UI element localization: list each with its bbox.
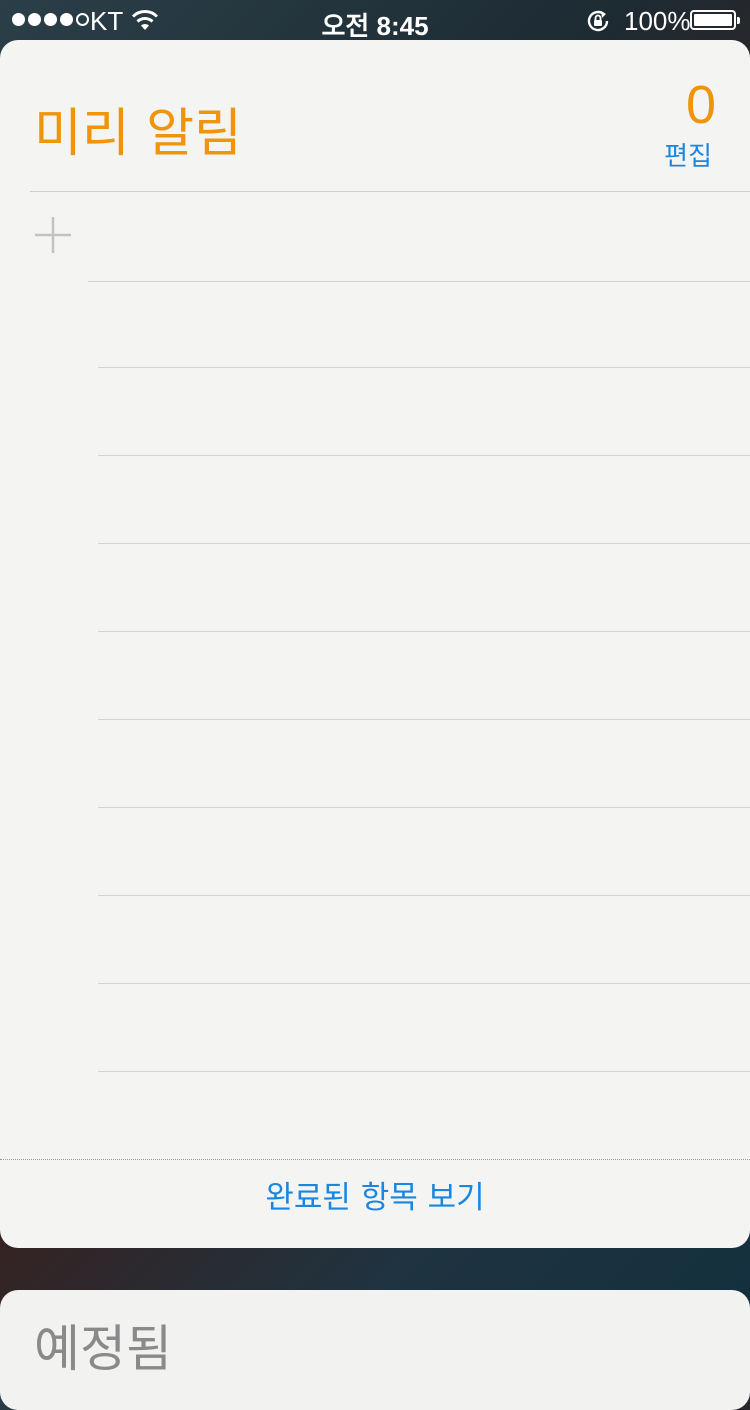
reminders-widget: 미리 알림 0 편집 완료된 항목 보기 — [0, 40, 750, 1248]
list-row-line[interactable] — [88, 281, 750, 282]
list-row-line[interactable] — [98, 807, 750, 808]
battery-icon — [690, 10, 740, 30]
list-row-line[interactable] — [98, 543, 750, 544]
battery-percent: 100% — [624, 6, 691, 36]
show-completed-button[interactable]: 완료된 항목 보기 — [0, 1183, 750, 1214]
list-row-line[interactable] — [98, 455, 750, 456]
list-row-line[interactable] — [98, 631, 750, 632]
header-divider — [30, 191, 750, 192]
next-widget-title: 예정됨 — [34, 1320, 172, 1378]
status-bar: KT 오전 8:45 100% — [0, 0, 750, 41]
widget-title: 미리 알림 — [34, 104, 242, 164]
list-row-line[interactable] — [98, 983, 750, 984]
rotation-lock-icon — [585, 8, 611, 41]
list-row-line[interactable] — [98, 719, 750, 720]
list-row-line[interactable] — [98, 895, 750, 896]
footer-divider — [0, 1159, 750, 1160]
next-widget: 예정됨 — [0, 1290, 750, 1410]
list-row-line[interactable] — [98, 1071, 750, 1072]
reminder-count: 0 — [685, 75, 716, 135]
add-reminder-icon[interactable] — [34, 216, 72, 254]
list-row-line[interactable] — [98, 367, 750, 368]
edit-button[interactable]: 편집 — [664, 144, 712, 170]
